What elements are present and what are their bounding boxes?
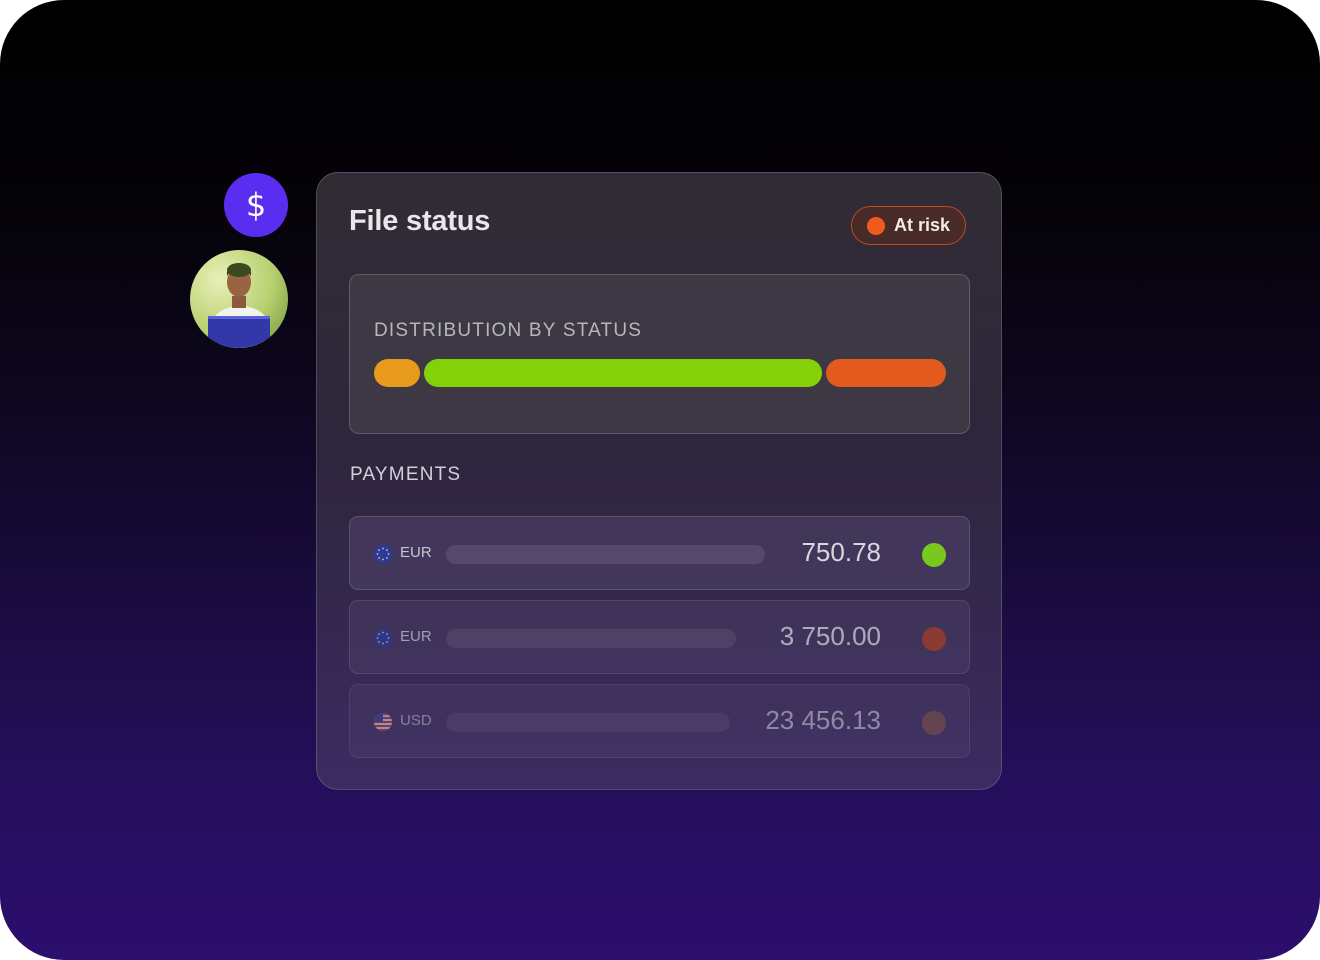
distribution-bar (374, 359, 946, 387)
risk-dot-icon (867, 216, 885, 235)
currency-label: EUR (400, 628, 432, 645)
distribution-segment-paid[interactable] (423, 359, 823, 387)
payment-progress-track (446, 545, 765, 564)
status-badge[interactable]: At risk (851, 206, 966, 245)
avatar[interactable] (190, 250, 288, 348)
payment-row[interactable]: USD 23 456.13 (349, 684, 970, 758)
distribution-heading: DISTRIBUTION BY STATUS (374, 320, 643, 341)
payment-amount: 750.78 (801, 537, 881, 567)
distribution-panel: DISTRIBUTION BY STATUS (349, 274, 970, 434)
payments-heading: PAYMENTS (350, 464, 462, 485)
card-title: File status (349, 205, 491, 237)
us-flag-icon (374, 713, 392, 731)
eu-flag-icon (374, 629, 392, 647)
dollar-button[interactable]: $ (224, 173, 288, 237)
payment-amount: 3 750.00 (779, 621, 881, 651)
payment-amount: 23 456.13 (765, 705, 881, 735)
currency-label: USD (400, 712, 432, 729)
payment-row[interactable]: EUR 750.78 (349, 516, 970, 590)
payment-progress-track (446, 629, 736, 648)
distribution-segment-pending[interactable] (374, 359, 420, 387)
payment-progress-track (446, 713, 730, 732)
dollar-icon: $ (245, 186, 267, 224)
payment-status-dot-icon (922, 627, 946, 651)
payment-status-dot-icon (922, 711, 946, 735)
status-badge-label: At risk (894, 215, 951, 235)
eu-flag-icon (374, 545, 392, 563)
distribution-segment-at-risk[interactable] (826, 359, 946, 387)
file-status-card: File status At risk DISTRIBUTION BY STAT… (316, 172, 1002, 790)
currency-label: EUR (400, 544, 432, 561)
payment-row[interactable]: EUR 3 750.00 (349, 600, 970, 674)
payment-status-dot-icon (922, 543, 946, 567)
background: $ File status At risk DISTRIBUTION BY ST… (0, 0, 1320, 960)
